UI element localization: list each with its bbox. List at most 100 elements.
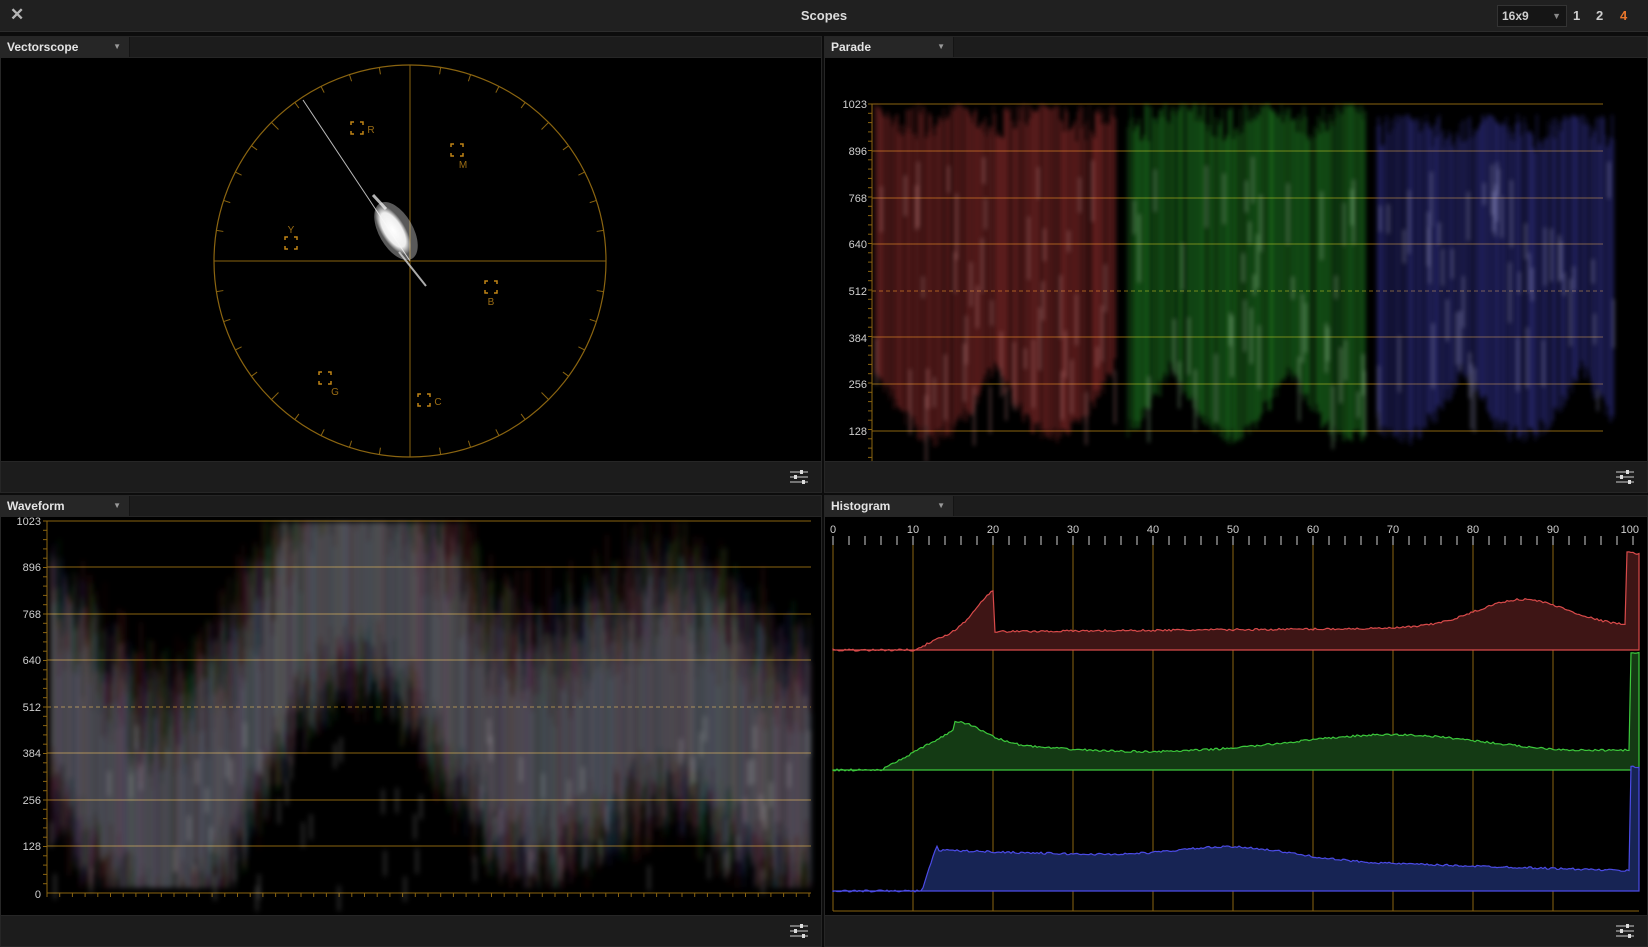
vectorscope-target (318, 371, 332, 385)
parade-panel: Parade ▼ 1023 896 768 640 512 384 256 12… (824, 36, 1648, 493)
vectorscope-tick (439, 67, 442, 75)
vectorscope-tick (235, 171, 242, 176)
vectorscope-tick (320, 429, 325, 436)
vectorscope-panel: Vectorscope ▼ R M Y B G C (0, 36, 822, 493)
histogram-panel: Histogram ▼ 0 10 20 30 40 50 60 70 80 90… (824, 495, 1648, 947)
histogram-scale-label: 0 (830, 524, 836, 536)
layout-1-button[interactable]: 1 (1573, 8, 1580, 23)
panel-header: Waveform ▼ (1, 496, 821, 517)
histogram-scale-label: 90 (1547, 524, 1559, 536)
vectorscope-targets: R M Y B G C (284, 121, 498, 408)
layout-4-button[interactable]: 4 (1620, 8, 1627, 23)
waveform-scale-label: 896 (23, 562, 41, 574)
vectorscope-tick (378, 447, 381, 455)
vectorscope-target (450, 143, 464, 157)
parade-scale-label: 640 (849, 239, 867, 251)
vectorscope-tick (541, 392, 549, 400)
vectorscope-tick (251, 371, 258, 377)
chevron-down-icon: ▼ (937, 42, 945, 51)
panel-header: Vectorscope ▼ (1, 37, 821, 58)
vectorscope-tick (216, 290, 224, 293)
histogram-scale-label: 50 (1227, 524, 1239, 536)
vectorscope-tick (467, 74, 472, 82)
panel-footer (1, 915, 821, 946)
vectorscope-tick (578, 171, 585, 176)
panel-header: Histogram ▼ (825, 496, 1647, 517)
title-bar: ✕ Scopes 16x9 ▼ 1 2 4 (0, 0, 1648, 32)
parade-display: 1023 896 768 640 512 384 256 128 0 (843, 99, 1615, 464)
panel-footer (825, 915, 1647, 946)
vectorscope-tick (294, 413, 300, 420)
aspect-ratio-select[interactable]: 16x9 ▼ (1497, 5, 1567, 27)
waveform-panel: Waveform ▼ 1023 896 768 640 512 384 256 … (0, 495, 822, 947)
chevron-down-icon: ▼ (113, 42, 121, 51)
histogram-scale-label: 80 (1467, 524, 1479, 536)
histogram-scale-label: 70 (1387, 524, 1399, 536)
waveform-scale-label: 512 (23, 702, 41, 714)
vectorscope-target-label: M (459, 160, 467, 171)
waveform-scale-label: 640 (23, 655, 41, 667)
parade-scale-label: 256 (849, 379, 867, 391)
histogram-traces (832, 551, 1640, 893)
chevron-down-icon: ▼ (937, 501, 945, 510)
vectorscope-tick (223, 199, 231, 204)
vectorscope-target-label: B (488, 297, 495, 308)
scope-type-select[interactable]: Histogram ▼ (825, 496, 954, 516)
settings-sliders-icon[interactable] (789, 923, 809, 939)
waveform-scale-label: 384 (23, 748, 41, 760)
histogram-channel-area (832, 765, 1640, 893)
vectorscope-target (350, 121, 364, 135)
chevron-down-icon: ▼ (1552, 11, 1561, 21)
histogram-channel-area (832, 651, 1640, 772)
vectorscope-display: R M Y B G C (213, 64, 607, 458)
vectorscope-tick (520, 413, 526, 420)
scope-type-label: Vectorscope (7, 40, 79, 54)
parade-scale-label: 384 (849, 333, 867, 345)
histogram-scale-label: 10 (907, 524, 919, 536)
chevron-down-icon: ▼ (113, 501, 121, 510)
vectorscope-tick (495, 86, 500, 93)
scope-type-select[interactable]: Parade ▼ (825, 37, 954, 57)
vectorscope-target (284, 236, 298, 250)
parade-scale-label: 128 (849, 426, 867, 438)
parade-scale-label: 768 (849, 193, 867, 205)
vectorscope-tick (216, 229, 224, 232)
parade-traces (874, 104, 1615, 463)
vectorscope-tick (589, 199, 597, 204)
vectorscope-tick (495, 429, 500, 436)
vectorscope-target-label: Y (288, 225, 295, 236)
histogram-scale-label: 20 (987, 524, 999, 536)
waveform-scale-labels: 1023 896 768 640 512 384 256 128 0 (17, 516, 41, 901)
scope-type-label: Waveform (7, 499, 65, 513)
vectorscope-tick (271, 122, 279, 130)
vectorscope-target-label: G (331, 387, 339, 398)
panel-header: Parade ▼ (825, 37, 1647, 58)
settings-sliders-icon[interactable] (789, 469, 809, 485)
histogram-scale-label: 60 (1307, 524, 1319, 536)
settings-sliders-icon[interactable] (1615, 469, 1635, 485)
waveform-display: 1023 896 768 640 512 384 256 128 0 (17, 516, 812, 911)
waveform-scale-label: 0 (35, 889, 41, 901)
vectorscope-tick (271, 392, 279, 400)
parade-scale-label: 896 (849, 146, 867, 158)
vectorscope-tick (596, 229, 604, 232)
vectorscope-tick (578, 346, 585, 351)
parade-scale-labels: 1023 896 768 640 512 384 256 128 0 (843, 99, 867, 438)
panel-footer (1, 461, 821, 492)
layout-2-button[interactable]: 2 (1596, 8, 1603, 23)
vectorscope-target-label: R (367, 125, 374, 136)
settings-sliders-icon[interactable] (1615, 923, 1635, 939)
scope-type-label: Histogram (831, 499, 891, 513)
vectorscope-tick (562, 145, 569, 151)
histogram-display: 0 10 20 30 40 50 60 70 80 90 100 (830, 524, 1640, 912)
vectorscope-tick (223, 318, 231, 323)
scope-type-label: Parade (831, 40, 872, 54)
vectorscope-tick (348, 440, 353, 448)
scope-type-select[interactable]: Waveform ▼ (1, 496, 130, 516)
histogram-channel-area (832, 551, 1640, 652)
parade-scale-label: 512 (849, 286, 867, 298)
scope-type-select[interactable]: Vectorscope ▼ (1, 37, 130, 57)
vectorscope-tick (439, 447, 442, 455)
vectorscope-target (417, 393, 431, 407)
waveform-scale-label: 256 (23, 795, 41, 807)
